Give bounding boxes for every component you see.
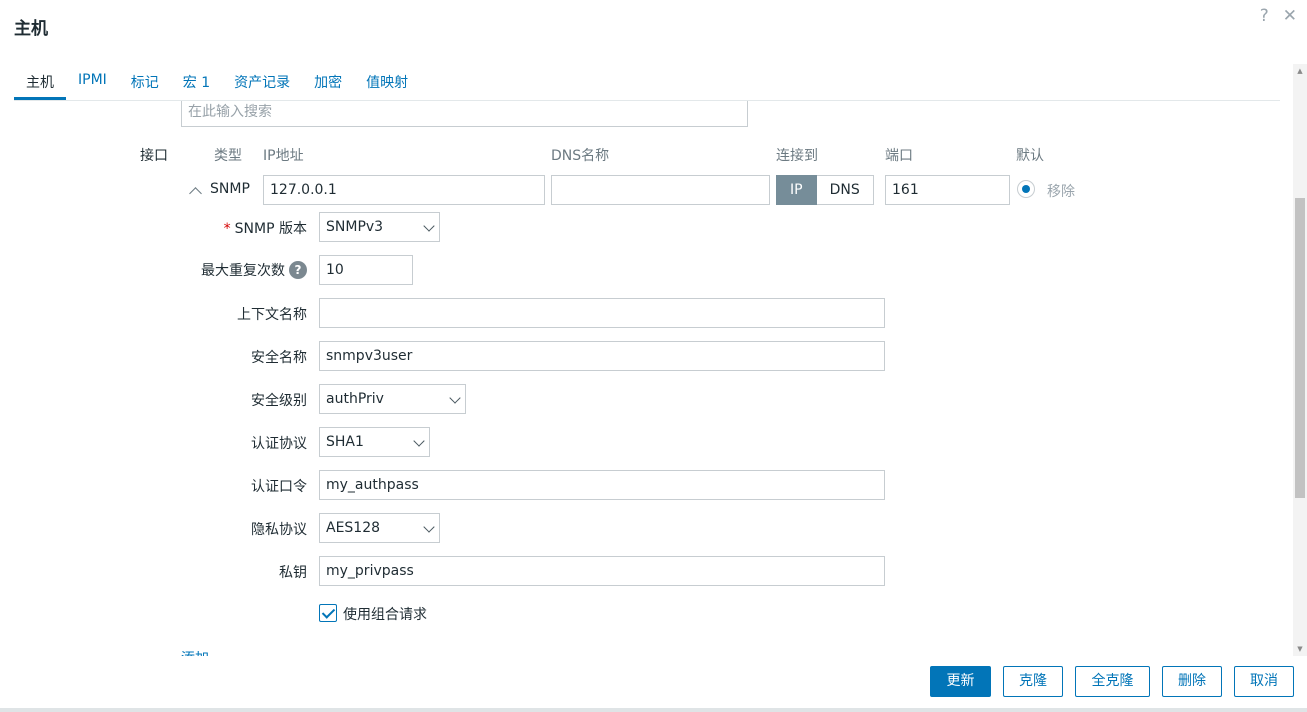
priv-key-label: 私钥 [279,565,307,581]
cancel-button[interactable]: 取消 [1234,666,1294,697]
vertical-scrollbar[interactable]: ▲ ▼ [1293,64,1307,656]
tab-encryption[interactable]: 加密 [302,64,354,100]
interface-port-input[interactable]: 161 [885,175,1010,205]
interface-dns-input[interactable] [551,175,770,205]
delete-button[interactable]: 删除 [1162,666,1222,697]
security-name-label: 安全名称 [251,350,307,366]
chevron-up-icon[interactable] [189,187,202,200]
clone-button[interactable]: 克隆 [1003,666,1063,697]
col-ip: IP地址 [263,148,304,164]
header-icons: ? ✕ [1260,6,1297,26]
dialog-footer: 更新 克隆 全克隆 删除 取消 [0,656,1307,712]
dialog-title: 主机 [14,19,48,39]
auth-protocol-value: SHA1 [326,434,364,450]
help-icon[interactable]: ? [1260,6,1269,26]
snmp-version-label: * SNMP 版本 [150,218,307,238]
bulk-requests-label: 使用组合请求 [343,607,427,623]
priv-protocol-value: AES128 [326,520,381,536]
auth-protocol-label: 认证协议 [251,436,307,452]
context-name-input[interactable] [319,298,885,328]
tab-macros[interactable]: 宏 1 [171,64,222,100]
form-content: 在此输入搜索 接口 类型 IP地址 DNS名称 连接到 端口 默认 SNMP 1… [0,101,1293,656]
close-icon[interactable]: ✕ [1283,6,1297,26]
interface-ip-input[interactable]: 127.0.0.1 [263,175,545,205]
auth-passphrase-label: 认证口令 [251,479,307,495]
tab-host[interactable]: 主机 [14,64,66,100]
scroll-up-arrow-icon[interactable]: ▲ [1293,64,1307,78]
chevron-down-icon [413,435,425,447]
connect-dns-button[interactable]: DNS [816,175,874,205]
tab-ipmi[interactable]: IPMI [66,64,119,100]
tab-tags[interactable]: 标记 [119,64,171,100]
snmp-version-value: SNMPv3 [326,219,384,235]
col-dns: DNS名称 [551,148,610,164]
tab-inventory[interactable]: 资产记录 [222,64,302,100]
max-repetitions-input[interactable]: 10 [319,255,413,285]
scroll-down-arrow-icon[interactable]: ▼ [1293,642,1307,656]
security-name-input[interactable]: snmpv3user [319,341,885,371]
priv-protocol-label: 隐私协议 [251,522,307,538]
snmp-version-select[interactable]: SNMPv3 [319,212,440,242]
col-type: 类型 [214,148,242,164]
security-level-value: authPriv [326,391,384,407]
col-connect: 连接到 [776,148,818,164]
remove-interface-link[interactable]: 移除 [1047,181,1075,201]
connect-ip-button[interactable]: IP [776,175,817,205]
chevron-down-icon [423,220,435,232]
context-name-label: 上下文名称 [237,307,307,323]
max-repetitions-text: 最大重复次数 [201,263,285,279]
interfaces-label: 接口 [140,148,168,164]
snmp-version-text: SNMP 版本 [234,221,307,237]
col-default: 默认 [1016,148,1044,164]
auth-passphrase-input[interactable]: my_authpass [319,470,885,500]
search-input[interactable]: 在此输入搜索 [181,101,748,127]
security-level-select[interactable]: authPriv [319,384,466,414]
security-level-label: 安全级别 [251,393,307,409]
chevron-down-icon [423,521,435,533]
col-port: 端口 [885,148,913,164]
max-repetitions-label: 最大重复次数? [150,260,307,280]
priv-key-input[interactable]: my_privpass [319,556,885,586]
default-interface-radio[interactable] [1017,180,1035,198]
scroll-thumb[interactable] [1295,198,1305,498]
chevron-down-icon [449,392,461,404]
host-dialog: 主机 ? ✕ 主机 IPMI 标记 宏 1 资产记录 加密 值映射 ▲ ▼ 在此… [0,0,1307,712]
priv-protocol-select[interactable]: AES128 [319,513,440,543]
auth-protocol-select[interactable]: SHA1 [319,427,430,457]
tab-bar: 主机 IPMI 标记 宏 1 资产记录 加密 值映射 [14,64,1280,101]
connect-to-toggle: IP DNS [776,175,874,205]
bottom-border [0,708,1307,712]
interface-type: SNMP [210,181,250,197]
required-mark: * [223,221,231,237]
bulk-requests-checkbox[interactable] [319,604,337,622]
help-icon[interactable]: ? [289,261,307,279]
tab-value-mapping[interactable]: 值映射 [354,64,420,100]
update-button[interactable]: 更新 [930,666,991,697]
full-clone-button[interactable]: 全克隆 [1075,666,1150,697]
add-interface-link[interactable]: 添加 [181,648,209,656]
